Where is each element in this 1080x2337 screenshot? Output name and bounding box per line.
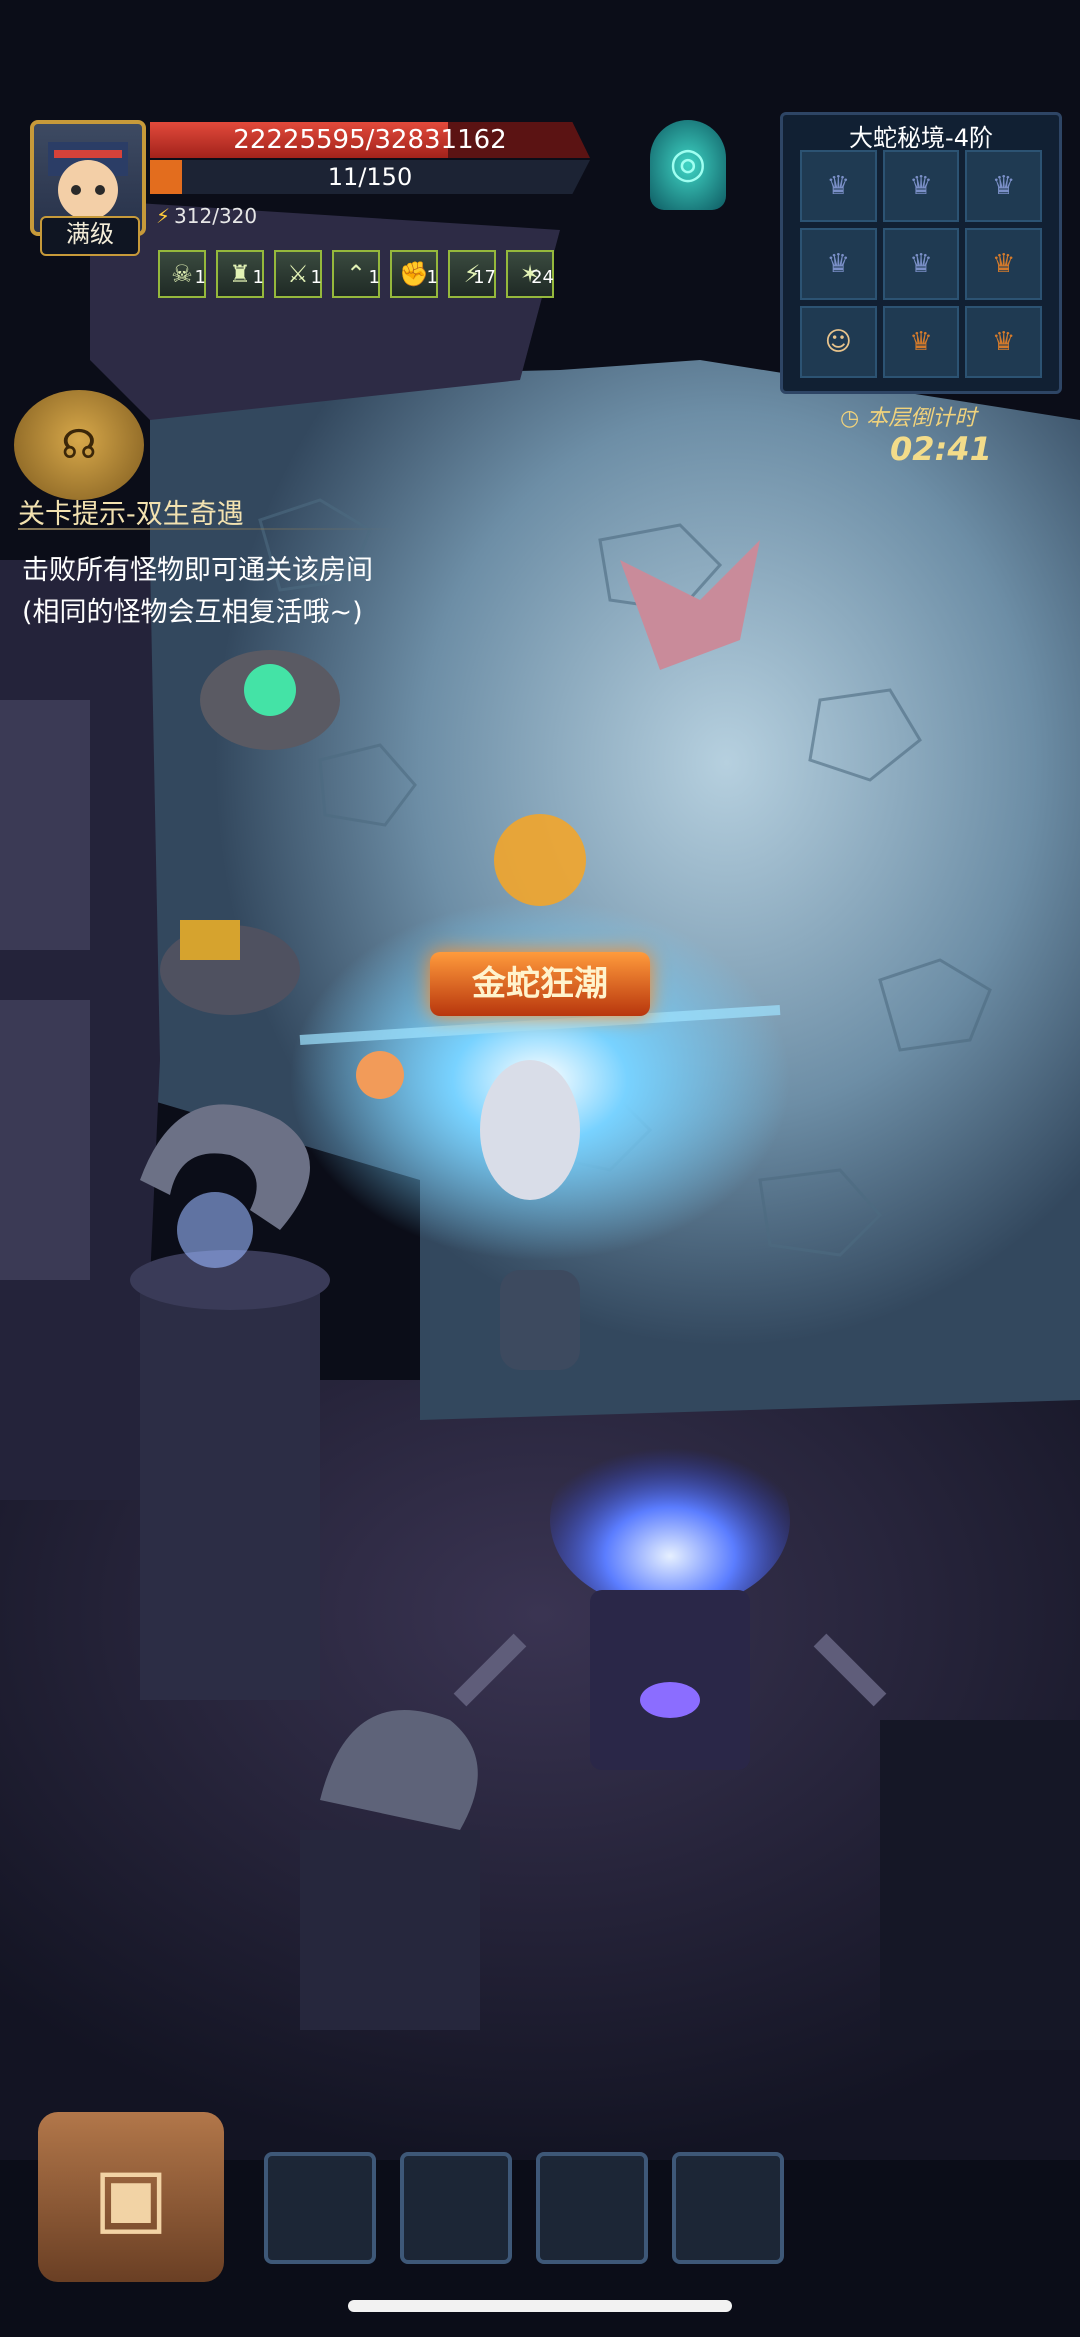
cleared-room-icon: ♛ <box>826 171 850 201</box>
cleared-room-icon: ♛ <box>909 249 933 279</box>
energy-text: 312/320 <box>174 204 258 228</box>
cleared-room-icon: ♛ <box>909 171 933 201</box>
xp-text: 11/150 <box>327 163 413 191</box>
backpack-icon: ▣ <box>93 2150 169 2243</box>
minimap-room-current: ☺ <box>800 306 877 378</box>
buff-count: 1 <box>368 267 380 288</box>
clock-icon: ◷ <box>840 406 860 431</box>
buff-ghost[interactable]: ☠ 1 <box>158 250 206 298</box>
rank-chevron-icon: ⌃ <box>345 260 367 288</box>
minimap-room: ♛ <box>800 150 877 222</box>
hp-text: 22225595/32831162 <box>233 125 507 155</box>
level-badge: 满级 <box>40 216 140 256</box>
buff-count: 1 <box>426 267 438 288</box>
golden-helmet-icon: ♜ <box>229 260 251 288</box>
countdown-label: ◷ 本层倒计时 <box>840 400 976 432</box>
countdown-timer: 02:41 <box>890 430 992 468</box>
minimap-room: ♛ <box>800 228 877 300</box>
minimap-room: ♛ <box>965 228 1042 300</box>
buff-sword-strike[interactable]: ⚡ 17 <box>448 250 496 298</box>
boss-room-icon: ♛ <box>992 249 1016 279</box>
home-indicator[interactable] <box>348 2300 732 2312</box>
portal-button[interactable]: ◎ <box>650 120 726 210</box>
item-slot-2[interactable] <box>400 2152 512 2264</box>
minimap-title: 大蛇秘境-4阶 <box>849 124 993 152</box>
buff-count: 1 <box>310 267 322 288</box>
energy-display: ⚡ 312/320 <box>156 204 257 228</box>
buff-strength[interactable]: ✊ 1 <box>390 250 438 298</box>
snake-emblem-icon: ☊ <box>14 390 144 500</box>
item-slot-4[interactable] <box>672 2152 784 2264</box>
player-marker-icon: ☺ <box>824 327 852 357</box>
buff-bar: ☠ 1 ♜ 1 ⚔ 1 ⌃ 1 ✊ 1 ⚡ 17 ✶ 24 <box>158 250 554 298</box>
minimap-room: ♛ <box>965 150 1042 222</box>
ghost-icon: ☠ <box>171 260 193 288</box>
minimap-room: ♛ <box>882 150 960 222</box>
crossed-swords-icon: ⚔ <box>287 260 309 288</box>
hint-title: 关卡提示-双生奇遇 <box>18 499 244 530</box>
minimap-grid: ♛ ♛ ♛ ♛ ♛ ♛ ☺ ♛ ♛ <box>800 150 1042 378</box>
portal-icon: ◎ <box>669 138 707 187</box>
buff-count: 1 <box>194 267 206 288</box>
strength-arm-icon: ✊ <box>399 260 429 288</box>
hint-line-2: (相同的怪物会互相复活哦~) <box>22 597 363 628</box>
buff-helmet[interactable]: ♜ 1 <box>216 250 264 298</box>
buff-claw[interactable]: ✶ 24 <box>506 250 554 298</box>
minimap-room: ♛ <box>882 306 960 378</box>
skill-slots <box>264 2152 784 2264</box>
cleared-room-icon: ♛ <box>992 171 1016 201</box>
hint-line-1: 击败所有怪物即可通关该房间 <box>22 555 373 586</box>
minimap-room: ♛ <box>965 306 1042 378</box>
lightning-icon: ⚡ <box>156 204 171 228</box>
buff-rank[interactable]: ⌃ 1 <box>332 250 380 298</box>
buff-count: 24 <box>531 267 554 288</box>
boss-room-icon: ♛ <box>909 327 933 357</box>
minimap-room: ♛ <box>882 228 960 300</box>
backpack-button[interactable]: ▣ <box>38 2112 224 2282</box>
buff-swords[interactable]: ⚔ 1 <box>274 250 322 298</box>
skill-banner: 金蛇狂潮 <box>430 952 650 1016</box>
hint-divider <box>18 528 398 530</box>
item-slot-1[interactable] <box>264 2152 376 2264</box>
item-slot-3[interactable] <box>536 2152 648 2264</box>
buff-count: 17 <box>473 267 496 288</box>
buff-count: 1 <box>252 267 264 288</box>
boss-room-icon: ♛ <box>992 327 1016 357</box>
countdown-label-text: 本层倒计时 <box>866 406 977 431</box>
cleared-room-icon: ♛ <box>826 249 850 279</box>
